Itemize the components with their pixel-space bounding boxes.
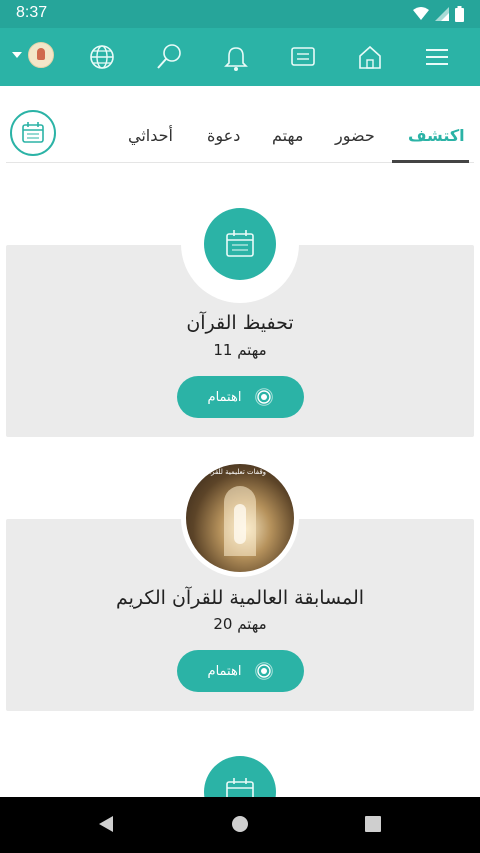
tab-invited[interactable]: دعوة	[207, 126, 240, 145]
calendar-button[interactable]	[10, 110, 56, 156]
photo-caption: وقفات تعليمية للقرآن	[204, 468, 267, 476]
status-icons	[413, 6, 464, 22]
interest-button-label: اهتمام	[207, 389, 242, 405]
system-nav-bar	[0, 797, 480, 853]
wifi-icon	[413, 7, 429, 20]
status-bar: 8:37	[0, 0, 480, 28]
chevron-down-icon	[12, 52, 22, 58]
tab-interested[interactable]: مهتم	[272, 126, 303, 145]
top-toolbar	[0, 28, 480, 86]
tab-attending[interactable]: حضور	[335, 126, 375, 145]
event-photo: وقفات تعليمية للقرآن	[186, 464, 294, 572]
tab-discover[interactable]: اكتشف	[408, 126, 465, 145]
event-thumbnail: وقفات تعليمية للقرآن	[181, 459, 299, 577]
radar-icon	[255, 388, 274, 406]
profile-menu[interactable]	[12, 42, 54, 68]
signal-icon	[435, 7, 449, 21]
status-time: 8:37	[16, 4, 48, 21]
message-icon[interactable]	[288, 42, 318, 72]
event-title[interactable]: تحفيظ القرآن	[6, 312, 474, 334]
interest-button[interactable]: اهتمام	[177, 650, 304, 692]
interest-button[interactable]: اهتمام	[177, 376, 304, 418]
event-interested-count: 11 مهتم	[213, 341, 267, 359]
radar-icon	[255, 662, 274, 680]
bell-icon[interactable]	[221, 42, 251, 72]
event-title[interactable]: المسابقة العالمية للقرآن الكريم	[6, 587, 474, 609]
menu-icon[interactable]	[422, 42, 452, 72]
avatar	[28, 42, 54, 68]
calendar-icon	[22, 122, 44, 143]
battery-icon	[455, 6, 464, 22]
calendar-icon	[226, 230, 254, 257]
event-interested-count: 20 مهتم	[213, 615, 267, 633]
globe-icon[interactable]	[87, 42, 117, 72]
recents-icon[interactable]	[364, 815, 382, 833]
back-icon[interactable]	[97, 815, 115, 833]
event-thumbnail	[181, 185, 299, 303]
tab-my-events[interactable]: أحداثي	[128, 126, 173, 145]
home-nav-icon[interactable]	[231, 815, 249, 833]
home-icon[interactable]	[355, 42, 385, 72]
search-icon[interactable]	[154, 42, 184, 72]
active-tab-indicator	[392, 160, 469, 163]
interest-button-label: اهتمام	[207, 663, 242, 679]
